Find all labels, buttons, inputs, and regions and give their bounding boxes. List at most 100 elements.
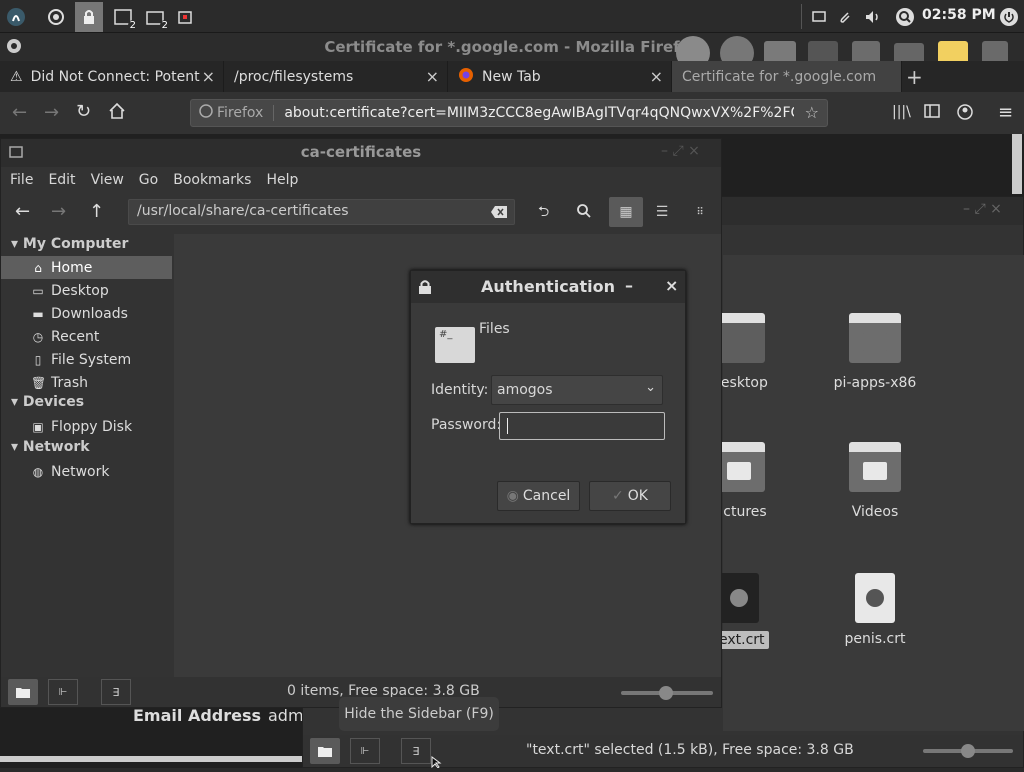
file-item-videos[interactable]: Videos [815,442,935,520]
file-grid: Desktop pi-apps-x86 Pictures Videos text… [709,255,1024,731]
menu-file[interactable]: File [10,172,33,188]
close-icon[interactable]: × [650,67,663,86]
menu-edit[interactable]: Edit [48,172,75,188]
list-view-icon[interactable]: ☰ [647,199,677,225]
back-arrow-icon[interactable]: ← [15,201,30,222]
close-icon[interactable]: × [202,67,215,86]
home-icon[interactable] [108,102,126,124]
password-field[interactable] [499,412,665,440]
scrollbar[interactable] [1012,134,1022,194]
redo-icon[interactable]: ⮌ [538,201,549,225]
clock[interactable]: 02:58 PM [922,7,996,23]
firefox-logo-icon [458,67,474,87]
ok-button[interactable]: ✓ OK [589,481,671,511]
zoom-slider-knob[interactable] [659,686,673,700]
sidebar-item-desktop[interactable]: ▭ Desktop [1,279,172,302]
cert-field-label: Email Address [133,706,262,725]
tab-did-not-connect[interactable]: ⚠ Did Not Connect: Potent × [0,61,224,92]
url-bar[interactable]: Firefox about:certificate?cert=MIIM3zCCC… [190,99,828,127]
hide-sidebar-icon[interactable]: ∃ [101,679,131,705]
sidebar-item-trash[interactable]: 🗑 Trash [1,371,172,394]
tab-certificate[interactable]: Certificate for *.google.com [672,61,902,92]
new-tab-plus-icon[interactable]: + [906,65,923,89]
file-item-pi-apps-x86[interactable]: pi-apps-x86 [815,313,935,391]
compact-view-icon[interactable]: ⠿ [685,199,715,225]
tooltip: Hide the Sidebar (F9) [339,697,499,731]
sidebar-section-my-computer[interactable]: ▾ My Computer [11,236,128,252]
file-label: penis.crt [844,631,906,647]
trash-icon: 🗑 [31,375,47,390]
file-item-penis-crt[interactable]: penis.crt [815,573,935,647]
warning-icon: ⚠ [10,68,23,85]
terminal-taskbar-icon[interactable]: 2 [110,4,138,31]
sidebar-folder-icon[interactable] [8,679,38,705]
cancel-icon: ◉ [506,488,519,504]
cancel-button[interactable]: ◉ Cancel [497,481,580,511]
path-entry[interactable]: /usr/local/share/ca-certificates [128,199,515,225]
sidebar-item-home[interactable]: ⌂ Home [1,256,172,279]
sidebar-toggle-icon[interactable] [924,104,940,122]
tab-proc-filesystems[interactable]: /proc/filesystems × [224,61,448,92]
firefox-taskbar-icon[interactable] [43,4,69,30]
url-identity-label: Firefox [217,105,275,121]
tree-view-icon[interactable]: ⊩ [48,679,78,705]
power-icon[interactable] [996,4,1022,30]
menu-icon[interactable] [3,4,29,30]
tree-view-icon[interactable]: ⊩ [350,738,380,764]
forward-arrow-icon[interactable]: → [51,201,66,222]
window-controls[interactable]: – ⤢ × [963,201,1002,217]
sidebar-item-file-system[interactable]: ▯ File System [1,348,172,371]
app-taskbar-icon[interactable] [172,4,198,30]
search-icon[interactable] [892,4,918,30]
back-arrow-icon[interactable]: ← [12,102,27,123]
hide-sidebar-icon[interactable]: ∃ [401,738,431,764]
hamburger-menu-icon[interactable]: ≡ [998,102,1013,123]
menu-go[interactable]: Go [139,172,158,188]
horizontal-scrollbar[interactable] [0,756,302,762]
close-icon[interactable]: × [426,67,439,86]
identity-value: amogos [497,382,553,398]
account-icon[interactable] [956,103,974,125]
search-icon[interactable] [576,203,592,223]
window-titlebar: ca-certificates – ⤢ × [1,139,721,167]
minimize-icon[interactable]: – [625,276,633,295]
tab-new-tab[interactable]: New Tab × [448,61,672,92]
sidebar-section-devices[interactable]: ▾ Devices [11,394,84,410]
ok-label: OK [627,488,648,504]
status-text: "text.crt" selected (1.5 kB), Free space… [526,742,854,758]
zoom-slider-knob[interactable] [961,744,975,758]
menu-view[interactable]: View [91,172,124,188]
window-controls[interactable]: – ⤢ × [661,143,700,159]
drive-icon: ▯ [34,352,42,367]
lock-taskbar-icon[interactable] [75,2,103,32]
path-text: /usr/local/share/ca-certificates [137,203,349,219]
volume-icon[interactable] [860,4,886,30]
sidebar-item-recent[interactable]: ◷ Recent [1,325,172,348]
clear-path-icon[interactable] [490,205,508,223]
menu-bookmarks[interactable]: Bookmarks [173,172,251,188]
library-icon[interactable]: |||\ [892,104,911,120]
home-icon: ⌂ [34,260,42,275]
floppy-icon: ▣ [32,419,44,434]
sidebar-item-downloads[interactable]: ▬ Downloads [1,302,172,325]
window-count-badge: 2 [159,20,170,31]
files-taskbar-icon[interactable]: 2 [142,4,170,31]
sidebar-folder-icon[interactable] [310,738,340,764]
menu-help[interactable]: Help [266,172,298,188]
up-arrow-icon[interactable]: ↑ [89,201,104,222]
sidebar-item-floppy-disk[interactable]: ▣ Floppy Disk [1,415,172,438]
close-icon[interactable]: × [665,276,678,295]
sidebar-section-network[interactable]: ▾ Network [11,439,90,455]
icon-view-icon[interactable]: ▦ [609,197,643,227]
url-text[interactable]: about:certificate?cert=MIIM3zCCC8egAwIBA… [284,105,794,121]
reload-icon[interactable]: ↻ [76,101,91,122]
statusbar: ⊩ ∃ "text.crt" selected (1.5 kB), Free s… [303,735,1023,767]
folder-icon: ▬ [32,306,44,321]
paperclip-icon[interactable] [832,4,858,30]
identity-select[interactable]: amogos ⌄ [491,375,663,405]
sidebar-item-network[interactable]: ◍ Network [1,460,172,483]
star-bookmark-icon[interactable]: ☆ [805,103,819,122]
window-title: ca-certificates [300,143,422,161]
chat-icon[interactable] [806,4,832,30]
forward-arrow-icon[interactable]: → [44,102,59,123]
